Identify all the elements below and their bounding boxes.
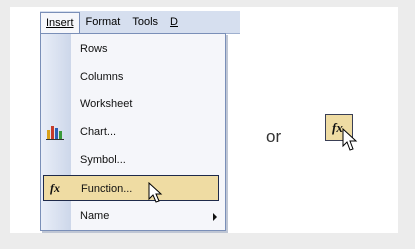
- menu-item-chart[interactable]: Chart...: [41, 120, 225, 144]
- menu-item-label: Rows: [80, 43, 108, 55]
- menu-insert-label: Insert: [46, 16, 74, 29]
- menu-item-label: Function...: [81, 183, 133, 195]
- menu-data-label: D: [170, 16, 178, 28]
- menu-item-rows[interactable]: Rows: [41, 37, 225, 61]
- menu-bar: Insert Format Tools D: [40, 11, 240, 34]
- menu-item-function[interactable]: fx Function...: [43, 175, 219, 201]
- menu-item-label: Name: [80, 210, 110, 222]
- menu-item-label: Symbol...: [80, 154, 126, 166]
- submenu-arrow-icon: [213, 213, 217, 221]
- menu-item-symbol[interactable]: Symbol...: [41, 148, 225, 172]
- menu-data[interactable]: D: [164, 12, 184, 32]
- pointer-cursor-icon: [342, 128, 358, 151]
- menu-tools[interactable]: Tools: [126, 12, 164, 32]
- menu-item-columns[interactable]: Columns: [41, 65, 225, 89]
- menu-item-label: Columns: [80, 71, 124, 83]
- menu-insert[interactable]: Insert: [40, 11, 80, 34]
- pointer-cursor-icon: [148, 182, 163, 203]
- chart-icon: [46, 126, 64, 140]
- menu-item-label: Chart...: [80, 126, 117, 138]
- fx-icon: fx: [50, 181, 60, 195]
- menu-item-worksheet[interactable]: Worksheet: [41, 92, 225, 116]
- menu-item-label: Worksheet: [80, 98, 133, 110]
- menu-format[interactable]: Format: [80, 12, 127, 32]
- menu-tools-label: Tools: [132, 16, 159, 28]
- menu-item-name[interactable]: Name: [41, 204, 225, 228]
- menu-format-label: Format: [85, 16, 121, 28]
- screenshot-area: Insert Format Tools D Rows Columns Works…: [10, 7, 398, 233]
- or-text: or: [266, 127, 282, 146]
- insert-dropdown-menu: Rows Columns Worksheet Chart... Symbol..…: [40, 33, 226, 231]
